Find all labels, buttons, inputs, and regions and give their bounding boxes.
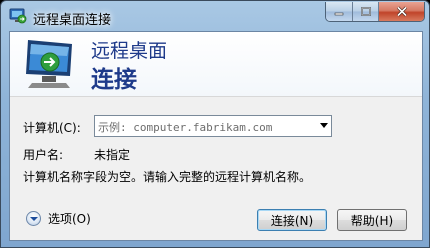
close-button[interactable] — [379, 2, 424, 21]
header-banner: 远程桌面 连接 — [10, 32, 422, 96]
computer-placeholder: 示例: computer.fabrikam.com — [98, 121, 273, 134]
options-label: 选项(O) — [48, 211, 91, 226]
maximize-icon — [360, 7, 371, 16]
dialog-client-area: 远程桌面 连接 计算机(C): 示例: computer.fabrikam.co… — [9, 31, 423, 241]
maximize-button[interactable] — [353, 2, 379, 21]
title-bar[interactable]: 远程桌面连接 — [1, 1, 429, 31]
header-title-line1: 远程桌面 — [91, 40, 168, 62]
username-value: 未指定 — [94, 148, 131, 162]
username-label: 用户名: — [23, 148, 64, 162]
minimize-button[interactable] — [326, 2, 353, 21]
window-title: 远程桌面连接 — [33, 13, 112, 28]
close-icon — [396, 6, 407, 17]
monitor-connection-icon — [26, 40, 72, 88]
connection-form: 计算机(C): 示例: computer.fabrikam.com 用户名: 未… — [10, 96, 422, 240]
dropdown-arrow-icon[interactable] — [320, 123, 328, 128]
caption-buttons — [325, 2, 425, 22]
validation-message: 计算机名称字段为空。请输入完整的远程计算机名称。 — [23, 170, 312, 184]
chevron-down-circle-icon — [26, 210, 41, 226]
computer-label: 计算机(C): — [23, 121, 81, 135]
connect-button[interactable]: 连接(N) — [257, 209, 327, 231]
remote-desktop-window: 远程桌面连接 远程桌面 连接 计算机(C): 示例: computer.fabr… — [0, 0, 430, 248]
header-title-line2: 连接 — [91, 67, 137, 93]
help-button[interactable]: 帮助(H) — [337, 209, 407, 231]
computer-combobox[interactable]: 示例: computer.fabrikam.com — [94, 115, 332, 137]
options-toggle[interactable]: 选项(O) — [26, 209, 91, 227]
minimize-icon — [334, 12, 344, 15]
remote-desktop-icon — [9, 8, 27, 24]
